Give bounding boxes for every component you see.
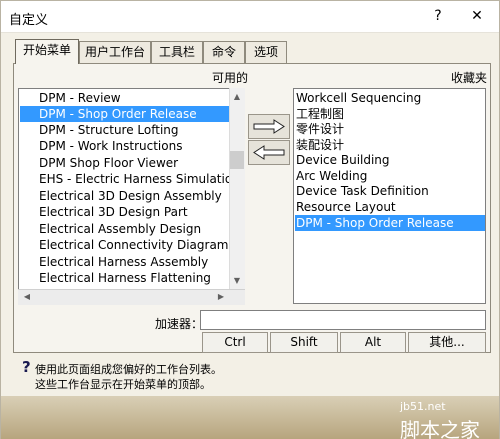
arrow-right-icon <box>253 119 285 134</box>
remove-from-favorites-button[interactable] <box>248 140 290 165</box>
favorites-label: 收藏夹 <box>451 71 488 85</box>
list-item[interactable]: Electrical Assembly Design <box>20 221 230 237</box>
list-item[interactable]: Electrical Harness Flattening <box>20 270 230 286</box>
tab-user-workbench[interactable]: 用户工作台 <box>79 41 151 63</box>
watermark-logo: 脚本之家 <box>400 418 480 439</box>
list-item[interactable]: 装配设计 <box>295 137 485 153</box>
accelerator-input[interactable] <box>200 310 486 330</box>
customize-dialog: 自定义 ? ✕ 开始菜单 用户工作台 工具栏 命令 选项 可用的 收藏夹 DPM… <box>0 0 500 439</box>
help-question-icon: ? <box>22 358 31 376</box>
list-item[interactable]: EHS - Electric Harness Simulation <box>20 171 240 187</box>
list-item[interactable]: DPM - Work Instructions <box>20 138 230 154</box>
scroll-up-icon[interactable]: ▲ <box>229 92 245 101</box>
help-button[interactable]: ? <box>428 6 448 26</box>
alt-button[interactable]: Alt <box>340 332 406 353</box>
list-item[interactable]: Electrical Harness Assembly <box>20 254 230 270</box>
add-to-favorites-button[interactable] <box>248 114 290 139</box>
other-button[interactable]: 其他... <box>408 332 486 353</box>
window-title: 自定义 <box>9 13 49 28</box>
tab-commands[interactable]: 命令 <box>203 41 245 63</box>
favorites-list[interactable]: Workcell Sequencing 工程制图 零件设计 装配设计 Devic… <box>293 88 486 304</box>
list-item[interactable]: DPM - Structure Lofting <box>20 122 230 138</box>
scroll-down-icon[interactable]: ▼ <box>229 276 245 285</box>
list-item[interactable]: Resource Layout <box>295 199 485 215</box>
vertical-scrollbar[interactable] <box>229 88 245 289</box>
list-item[interactable]: Workcell Sequencing <box>295 90 485 106</box>
arrow-left-icon <box>253 145 285 160</box>
list-item[interactable]: Device Task Definition <box>295 183 485 199</box>
list-item[interactable]: 工程制图 <box>295 106 485 122</box>
shift-button[interactable]: Shift <box>270 332 338 353</box>
tab-start-menu[interactable]: 开始菜单 <box>15 39 79 64</box>
list-item[interactable]: Electrical 3D Design Part <box>20 204 230 220</box>
title-bar: 自定义 ? ✕ <box>1 1 499 33</box>
available-list[interactable]: DPM - Review DPM - Shop Order Release DP… <box>18 88 245 304</box>
info-text-line1: 使用此页面组成您偏好的工作台列表。 <box>35 363 222 376</box>
tab-toolbars[interactable]: 工具栏 <box>151 41 203 63</box>
list-item[interactable]: DPM Shop Floor Viewer <box>20 155 230 171</box>
list-item[interactable]: DPM - Review <box>20 90 230 106</box>
list-item[interactable]: Device Building <box>295 152 485 168</box>
available-label: 可用的 <box>212 71 249 85</box>
accelerator-label: 加速器： <box>155 317 204 331</box>
info-text-line2: 这些工作台显示在开始菜单的顶部。 <box>35 378 211 391</box>
list-item[interactable]: DPM - Shop Order Release <box>20 106 230 122</box>
list-item[interactable]: Electrical Connectivity Diagrams <box>20 237 235 253</box>
list-item[interactable]: DPM - Shop Order Release <box>295 215 485 231</box>
ctrl-button[interactable]: Ctrl <box>202 332 268 353</box>
close-icon[interactable]: ✕ <box>467 6 487 26</box>
horizontal-scrollbar[interactable] <box>18 289 245 305</box>
scroll-right-icon[interactable]: ▶ <box>213 292 229 301</box>
tab-options[interactable]: 选项 <box>245 41 287 63</box>
list-item[interactable]: Electrical 3D Design Assembly <box>20 188 230 204</box>
scroll-thumb[interactable] <box>230 151 244 169</box>
scroll-left-icon[interactable]: ◀ <box>19 292 35 301</box>
watermark-url: jb51.net <box>400 400 446 413</box>
list-item[interactable]: 零件设计 <box>295 121 485 137</box>
list-item[interactable]: Arc Welding <box>295 168 485 184</box>
